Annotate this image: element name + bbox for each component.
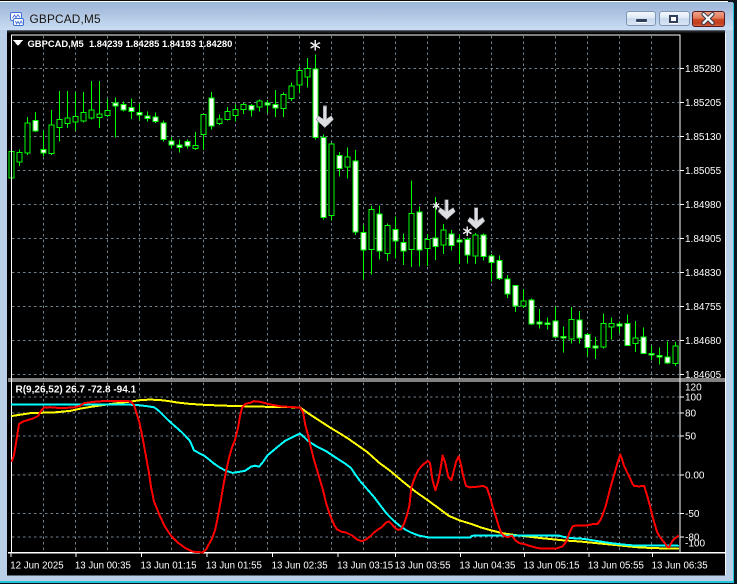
svg-text:13 Jun 00:35: 13 Jun 00:35 — [75, 561, 131, 572]
svg-text:50: 50 — [685, 432, 697, 443]
svg-text:1.84605: 1.84605 — [685, 370, 722, 381]
svg-text:-50: -50 — [685, 509, 700, 520]
svg-text:1.84905: 1.84905 — [685, 234, 722, 245]
svg-text:R(9,26,52) 26.7 -72.8 -94.1: R(9,26,52) 26.7 -72.8 -94.1 — [16, 385, 137, 396]
svg-text:13 Jun 03:15: 13 Jun 03:15 — [337, 561, 393, 572]
svg-text:13 Jun 05:15: 13 Jun 05:15 — [523, 561, 579, 572]
svg-text:GBPCAD,M5 1.84239 1.84285 1.8: GBPCAD,M5 1.84239 1.84285 1.84193 1.8428… — [28, 38, 233, 49]
svg-text:13 Jun 06:35: 13 Jun 06:35 — [652, 561, 708, 572]
svg-text:13 Jun 05:55: 13 Jun 05:55 — [588, 561, 644, 572]
svg-text:12 Jun 2025: 12 Jun 2025 — [10, 561, 63, 572]
svg-text:13 Jun 03:55: 13 Jun 03:55 — [394, 561, 450, 572]
svg-text:13 Jun 02:35: 13 Jun 02:35 — [272, 561, 328, 572]
svg-text:100: 100 — [685, 393, 702, 404]
svg-text:-100: -100 — [685, 539, 705, 550]
svg-text:1.84680: 1.84680 — [685, 336, 722, 347]
svg-text:1.85205: 1.85205 — [685, 98, 722, 109]
svg-text:13 Jun 01:15: 13 Jun 01:15 — [140, 561, 196, 572]
svg-text:0.00: 0.00 — [685, 470, 705, 481]
svg-text:1.84830: 1.84830 — [685, 268, 722, 279]
svg-text:1.84980: 1.84980 — [685, 200, 722, 211]
svg-text:1.85130: 1.85130 — [685, 132, 722, 143]
svg-text:80: 80 — [685, 408, 697, 419]
svg-text:1.84755: 1.84755 — [685, 302, 722, 313]
svg-text:1.85280: 1.85280 — [685, 64, 722, 75]
svg-text:13 Jun 01:55: 13 Jun 01:55 — [206, 561, 262, 572]
svg-text:13 Jun 04:35: 13 Jun 04:35 — [459, 561, 515, 572]
svg-text:1.85055: 1.85055 — [685, 166, 722, 177]
